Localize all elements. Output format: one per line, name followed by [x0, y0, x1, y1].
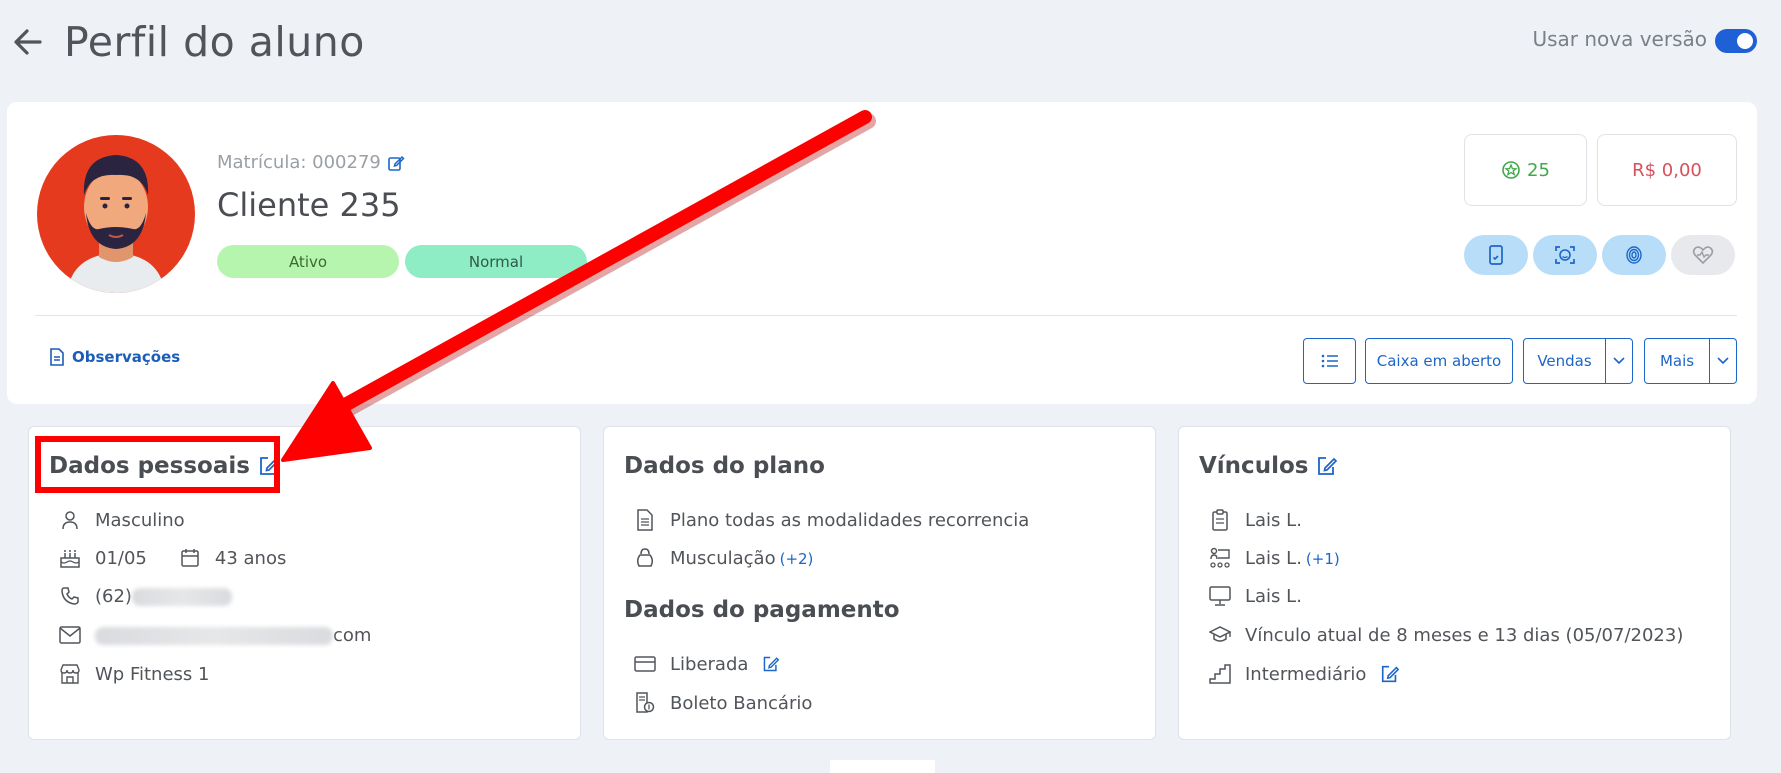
phone-icon — [59, 585, 81, 607]
vinculos-title: Vínculos — [1199, 453, 1338, 479]
divider — [35, 315, 1737, 316]
chevron-down-icon — [1717, 357, 1729, 365]
chevron-down-icon — [1613, 357, 1625, 365]
fingerprint-icon — [1626, 246, 1642, 264]
edit-matricula-icon[interactable] — [387, 154, 405, 172]
status-badge-ativo: Ativo — [217, 245, 399, 278]
dados-plano-card: Dados do plano Plano todas as modalidade… — [603, 426, 1156, 740]
face-scan-icon — [1555, 246, 1575, 264]
user-icon — [59, 509, 81, 531]
calendar-icon — [179, 547, 201, 569]
vinculos-card: Vínculos Lais L. Lais L. (+1) Lais L. Vín… — [1178, 426, 1731, 740]
edit-icon[interactable] — [762, 655, 780, 673]
gender-row: Masculino — [59, 509, 185, 531]
points-icon — [1502, 161, 1520, 179]
annotation-highlight-box — [35, 436, 280, 493]
edit-icon[interactable] — [1380, 664, 1400, 684]
back-arrow-icon[interactable] — [10, 24, 46, 60]
mais-button[interactable]: Mais — [1644, 338, 1710, 384]
profile-card: Matrícula: 000279 Cliente 235 Ativo Norm… — [7, 102, 1757, 404]
bottom-tab-notch — [830, 760, 935, 773]
mail-icon — [59, 624, 81, 646]
trainer-extra-link[interactable]: (+1) — [1306, 550, 1340, 568]
level-row: Intermediário — [1209, 663, 1400, 685]
new-version-label: Usar nova versão — [1532, 27, 1707, 51]
fingerprint-button[interactable] — [1602, 235, 1666, 275]
client-name: Cliente 235 — [217, 186, 401, 224]
unit-row: Wp Fitness 1 — [59, 663, 209, 685]
list-button[interactable] — [1303, 338, 1356, 384]
document-icon — [634, 509, 656, 531]
list-icon — [1321, 354, 1338, 368]
phone-row: (62) — [59, 585, 232, 607]
heart-pulse-icon — [1692, 246, 1714, 265]
modality-row: Musculação (+2) — [634, 547, 813, 569]
payment-status-row: Liberada — [634, 653, 780, 675]
dados-pagamento-title: Dados do pagamento — [624, 597, 900, 623]
points-box[interactable]: 25 — [1464, 134, 1587, 206]
kettlebell-icon — [634, 547, 656, 569]
status-badge-normal: Normal — [405, 245, 587, 278]
observacoes-link[interactable]: Observações — [49, 348, 180, 366]
store-icon — [59, 663, 81, 685]
face-recognition-button[interactable] — [1533, 235, 1597, 275]
plan-row: Plano todas as modalidades recorrencia — [634, 509, 1029, 531]
balance-box[interactable]: R$ 0,00 — [1597, 134, 1737, 206]
new-version-toggle[interactable] — [1715, 29, 1757, 53]
payment-method-row: Boleto Bancário — [634, 692, 812, 714]
modality-extra-link[interactable]: (+2) — [780, 550, 814, 568]
graduation-cap-icon — [1209, 624, 1231, 646]
clipboard-icon — [1209, 509, 1231, 531]
mais-dropdown-button[interactable] — [1709, 338, 1737, 384]
consultant-row: Lais L. — [1209, 509, 1302, 531]
vendas-button[interactable]: Vendas — [1523, 338, 1606, 384]
mobile-sync-icon — [1489, 245, 1503, 265]
credit-card-icon — [634, 653, 656, 675]
monitor-icon — [1209, 585, 1231, 607]
matricula-label: Matrícula: 000279 — [217, 152, 405, 173]
team-icon — [1209, 547, 1231, 569]
vendas-dropdown-button[interactable] — [1605, 338, 1633, 384]
document-icon — [50, 348, 64, 366]
avatar — [37, 135, 195, 293]
trainer-row: Lais L. (+1) — [1209, 547, 1340, 569]
birthday-row: 01/05 43 anos — [59, 547, 286, 569]
teacher-row: Lais L. — [1209, 585, 1302, 607]
caixa-em-aberto-button[interactable]: Caixa em aberto — [1365, 338, 1513, 384]
top-bar: Perfil do aluno Usar nova versão — [0, 0, 1781, 100]
edit-icon[interactable] — [1316, 455, 1338, 477]
balance-value: R$ 0,00 — [1632, 159, 1702, 181]
stairs-icon — [1209, 663, 1231, 685]
current-link-row: Vínculo atual de 8 meses e 13 dias (05/0… — [1209, 624, 1683, 646]
boleto-icon — [634, 692, 656, 714]
cake-icon — [59, 547, 81, 569]
email-row: com — [59, 624, 371, 646]
mobile-app-button[interactable] — [1464, 235, 1528, 275]
dados-plano-title: Dados do plano — [624, 453, 825, 479]
health-button[interactable] — [1671, 235, 1735, 275]
page-title: Perfil do aluno — [64, 18, 365, 66]
points-value: 25 — [1527, 159, 1550, 181]
